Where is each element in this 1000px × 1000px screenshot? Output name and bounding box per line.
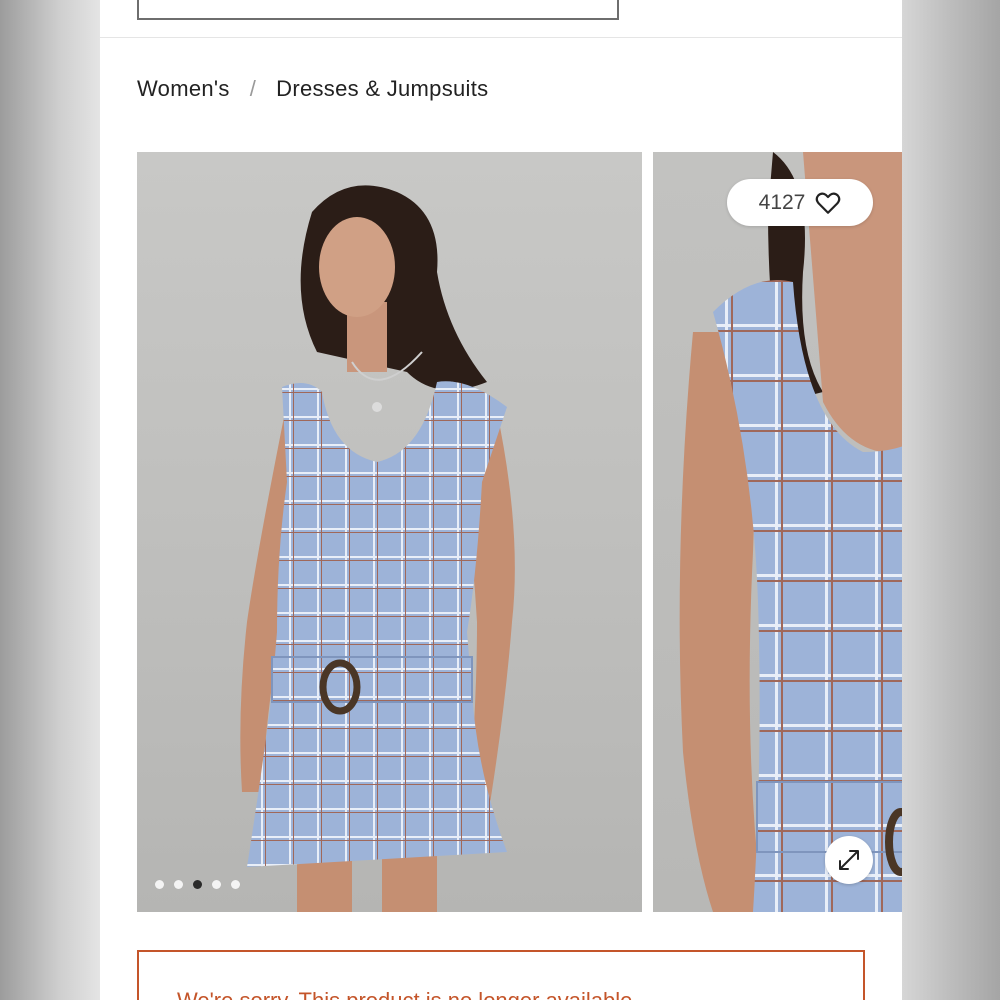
unavailable-message: We're sorry. This product is no longer a… bbox=[177, 988, 639, 1000]
product-gallery[interactable] bbox=[137, 152, 902, 912]
breadcrumb-item-womens[interactable]: Women's bbox=[137, 76, 230, 102]
pagination-dot[interactable] bbox=[155, 880, 164, 889]
breadcrumb: Women's / Dresses & Jumpsuits bbox=[137, 76, 488, 102]
model-illustration bbox=[240, 185, 515, 912]
model-closeup-illustration bbox=[679, 152, 902, 912]
favorite-button[interactable]: 4127 bbox=[727, 179, 873, 226]
header-divider bbox=[100, 37, 902, 38]
product-image-main[interactable] bbox=[137, 152, 642, 912]
pagination-dot-active[interactable] bbox=[193, 880, 202, 889]
likes-count: 4127 bbox=[758, 190, 806, 214]
heart-outline-icon bbox=[816, 192, 841, 214]
expand-arrows-icon bbox=[839, 850, 859, 870]
product-page: Women's / Dresses & Jumpsuits 4127 bbox=[100, 0, 902, 1000]
breadcrumb-separator: / bbox=[249, 76, 257, 101]
pagination-dot[interactable] bbox=[174, 880, 183, 889]
pagination-dot[interactable] bbox=[231, 880, 240, 889]
product-image-secondary[interactable] bbox=[653, 152, 902, 912]
pagination-dot[interactable] bbox=[212, 880, 221, 889]
breadcrumb-item-dresses-jumpsuits[interactable]: Dresses & Jumpsuits bbox=[276, 76, 488, 102]
search-input[interactable] bbox=[137, 0, 619, 20]
gallery-pagination bbox=[155, 880, 240, 889]
expand-image-button[interactable] bbox=[825, 836, 873, 884]
unavailable-notice: We're sorry. This product is no longer a… bbox=[137, 950, 865, 1000]
